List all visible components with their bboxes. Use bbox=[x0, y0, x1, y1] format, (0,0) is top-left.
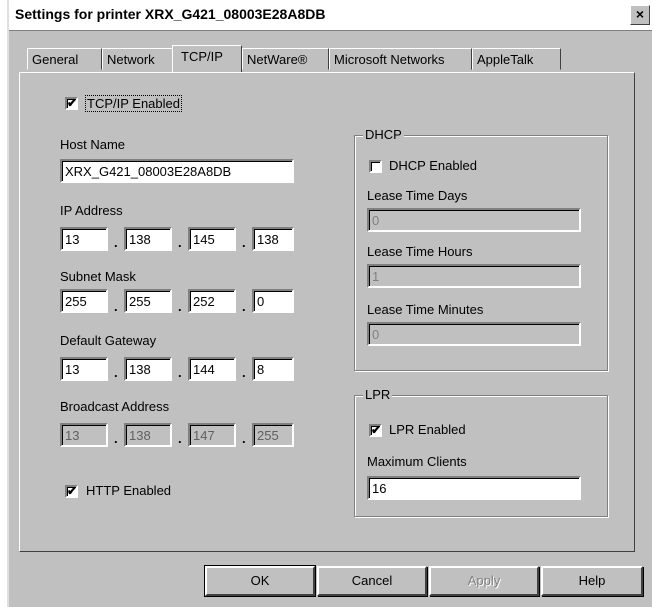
lpr-group: LPR ✔ LPR Enabled Maximum Clients 16 bbox=[354, 387, 608, 517]
ip-octet-1[interactable]: 13 bbox=[60, 227, 108, 251]
tcpip-panel: ✔ TCP/IP Enabled Host Name XRX_G421_0800… bbox=[19, 72, 635, 552]
ip-octet-3[interactable]: 145 bbox=[188, 227, 236, 251]
lease-minutes-label: Lease Time Minutes bbox=[367, 302, 484, 317]
gateway-dot: . bbox=[114, 365, 118, 380]
broadcast-octet-1: 13 bbox=[60, 423, 108, 447]
dhcp-enabled-label: DHCP Enabled bbox=[389, 158, 477, 173]
max-clients-label: Maximum Clients bbox=[367, 454, 467, 469]
broadcast-dot: . bbox=[114, 431, 118, 446]
gateway-octet-1[interactable]: 13 bbox=[60, 357, 108, 381]
gateway-octet-4[interactable]: 8 bbox=[252, 357, 294, 381]
tab-microsoft-networks[interactable]: Microsoft Networks bbox=[329, 48, 472, 70]
window-title: Settings for printer XRX_G421_08003E28A8… bbox=[15, 6, 326, 22]
lease-minutes-input: 0 bbox=[367, 322, 581, 346]
ok-button[interactable]: OK bbox=[204, 565, 316, 597]
ip-dot: . bbox=[242, 235, 246, 250]
gateway-octet-3[interactable]: 144 bbox=[188, 357, 236, 381]
ip-octet-4[interactable]: 138 bbox=[252, 227, 294, 251]
ip-dot: . bbox=[114, 235, 118, 250]
subnet-mask-label: Subnet Mask bbox=[60, 269, 136, 284]
dhcp-group-label: DHCP bbox=[363, 127, 404, 142]
help-button[interactable]: Help bbox=[541, 566, 643, 596]
gateway-dot: . bbox=[178, 365, 182, 380]
tab-appletalk[interactable]: AppleTalk bbox=[472, 48, 561, 70]
tcpip-enabled-checkbox[interactable]: ✔ bbox=[65, 97, 78, 110]
dhcp-enabled-checkbox[interactable] bbox=[369, 160, 382, 173]
subnet-octet-4[interactable]: 0 bbox=[252, 289, 294, 313]
ip-octet-2[interactable]: 138 bbox=[124, 227, 172, 251]
lpr-enabled-label: LPR Enabled bbox=[389, 422, 466, 437]
http-enabled-checkbox[interactable]: ✔ bbox=[65, 485, 78, 498]
tab-netware[interactable]: NetWare® bbox=[242, 48, 329, 70]
apply-button[interactable]: Apply bbox=[429, 566, 539, 596]
gateway-octet-2[interactable]: 138 bbox=[124, 357, 172, 381]
subnet-dot: . bbox=[242, 299, 246, 314]
subnet-octet-3[interactable]: 252 bbox=[188, 289, 236, 313]
close-icon[interactable]: × bbox=[630, 5, 650, 25]
lease-days-input: 0 bbox=[367, 208, 581, 232]
lease-hours-label: Lease Time Hours bbox=[367, 244, 473, 259]
max-clients-input[interactable]: 16 bbox=[367, 476, 581, 500]
broadcast-octet-2: 138 bbox=[124, 423, 172, 447]
broadcast-dot: . bbox=[178, 431, 182, 446]
host-name-label: Host Name bbox=[60, 137, 126, 152]
lease-days-label: Lease Time Days bbox=[367, 188, 468, 203]
broadcast-address-label: Broadcast Address bbox=[60, 399, 170, 414]
broadcast-octet-4: 255 bbox=[252, 423, 294, 447]
tcpip-enabled-label: TCP/IP Enabled bbox=[85, 95, 182, 112]
gateway-dot: . bbox=[242, 365, 246, 380]
subnet-octet-2[interactable]: 255 bbox=[124, 289, 172, 313]
settings-dialog: Settings for printer XRX_G421_08003E28A8… bbox=[7, 0, 652, 607]
title-bar: Settings for printer XRX_G421_08003E28A8… bbox=[9, 0, 652, 31]
dhcp-group: DHCP DHCP Enabled Lease Time Days 0 Leas… bbox=[354, 127, 608, 371]
broadcast-octet-3: 147 bbox=[188, 423, 236, 447]
host-name-input[interactable]: XRX_G421_08003E28A8DB bbox=[60, 159, 294, 183]
tab-network[interactable]: Network bbox=[102, 48, 174, 70]
default-gateway-label: Default Gateway bbox=[60, 333, 157, 348]
subnet-octet-1[interactable]: 255 bbox=[60, 289, 108, 313]
lpr-enabled-checkbox[interactable]: ✔ bbox=[369, 424, 382, 437]
broadcast-dot: . bbox=[242, 431, 246, 446]
ip-address-label: IP Address bbox=[60, 203, 123, 218]
lease-hours-input: 1 bbox=[367, 264, 581, 288]
tab-general[interactable]: General bbox=[27, 48, 102, 70]
lpr-group-label: LPR bbox=[363, 387, 393, 402]
subnet-dot: . bbox=[114, 299, 118, 314]
subnet-dot: . bbox=[178, 299, 182, 314]
tab-tcpip[interactable]: TCP/IP bbox=[172, 45, 242, 72]
http-enabled-label: HTTP Enabled bbox=[86, 483, 172, 498]
ip-dot: . bbox=[178, 235, 182, 250]
cancel-button[interactable]: Cancel bbox=[317, 566, 427, 596]
